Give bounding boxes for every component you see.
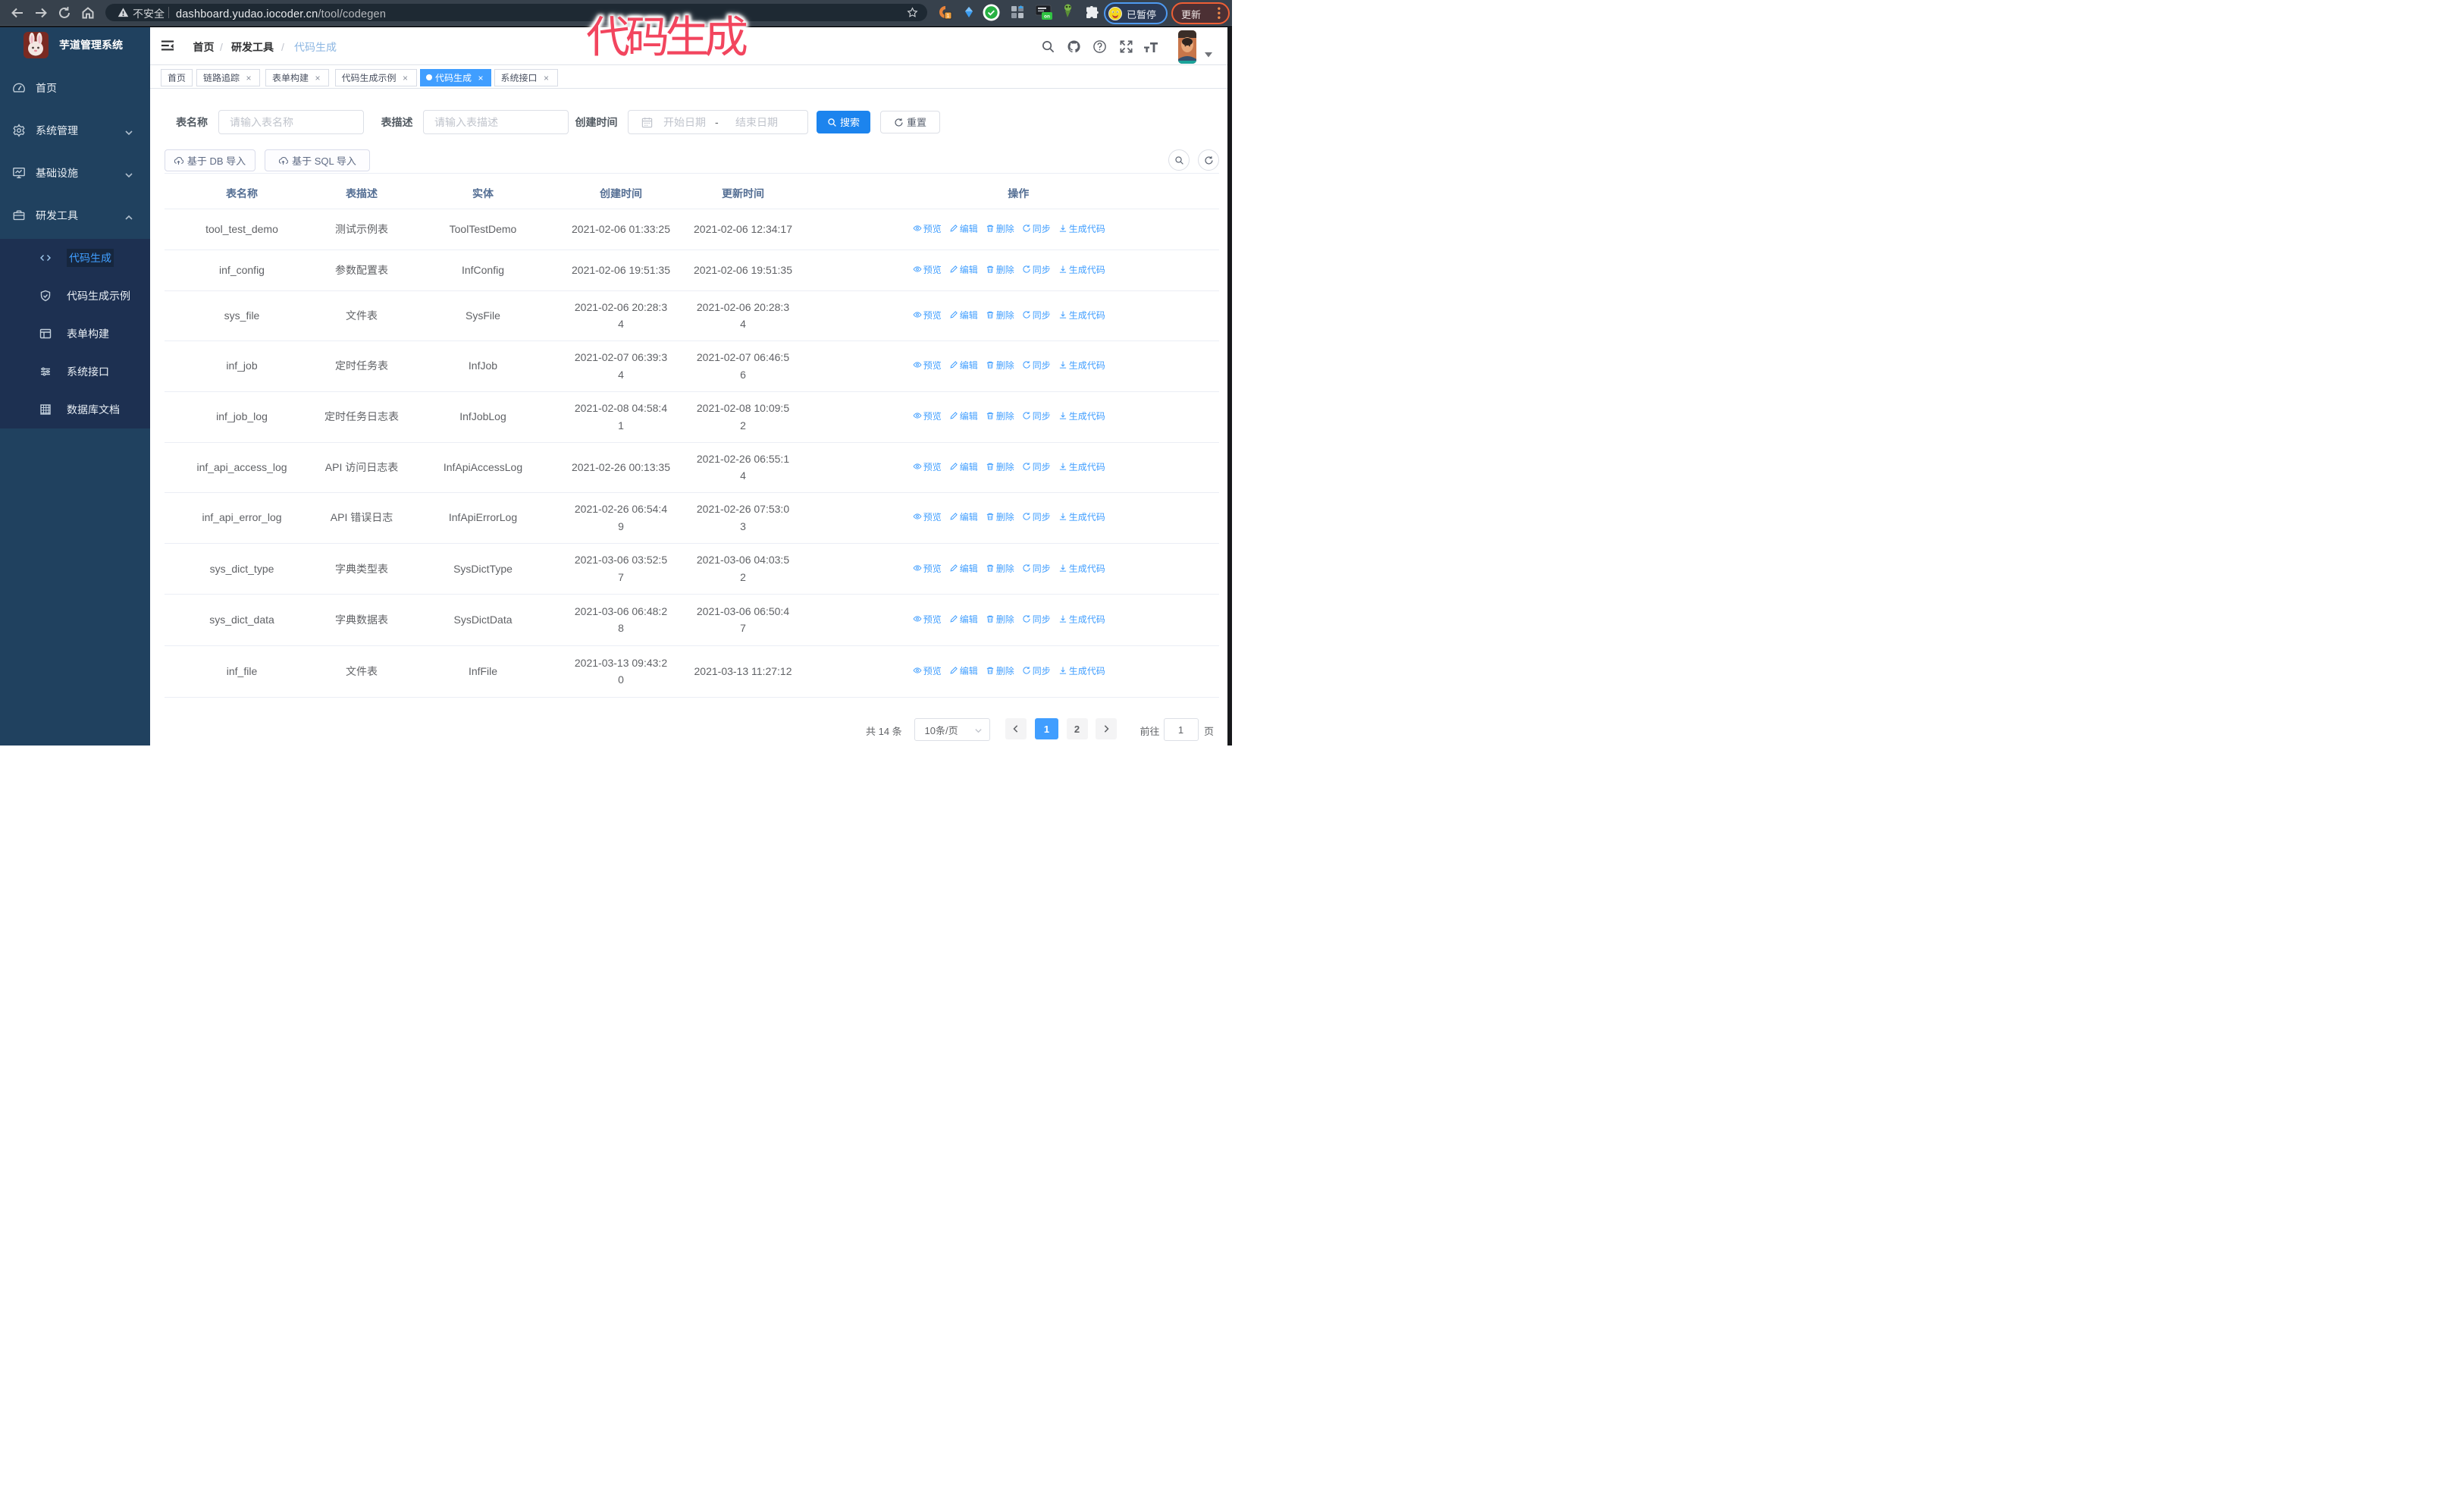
svg-text:on: on <box>1044 14 1050 20</box>
